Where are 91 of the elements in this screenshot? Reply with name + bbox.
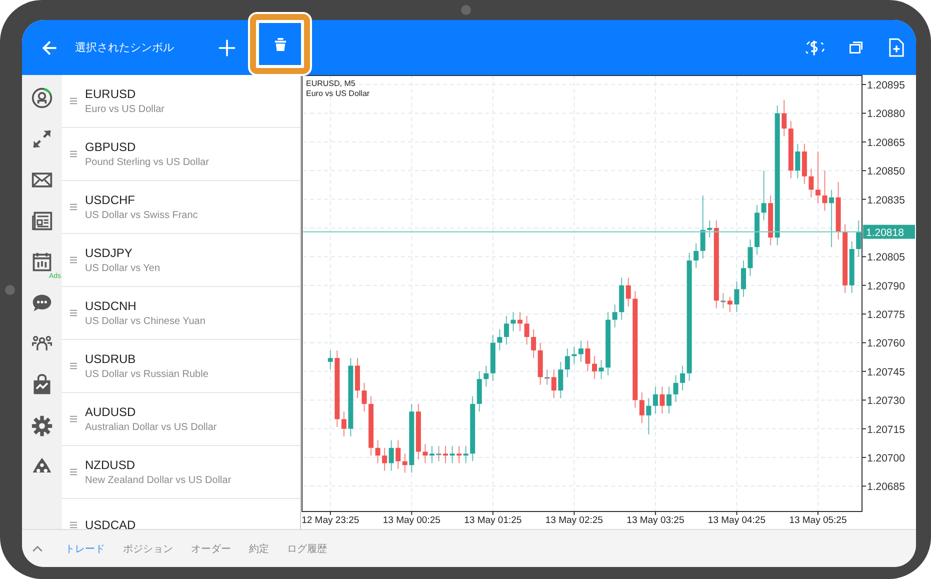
settings-icon[interactable] (31, 415, 53, 437)
candle (666, 386, 672, 414)
chat-bubble-icon[interactable] (31, 292, 53, 314)
candle (328, 350, 333, 370)
price-axis-label: 1.20835 (867, 194, 905, 206)
symbol-list-item[interactable]: USDRUB US Dollar vs Russian Ruble (62, 340, 300, 393)
drag-handle-icon[interactable] (70, 468, 77, 476)
symbol-description: Australian Dollar vs US Dollar (85, 422, 217, 433)
price-axis-label: 1.20685 (867, 481, 905, 494)
ref-line-label: 1.20818 (866, 226, 904, 239)
symbol-name: NZDUSD (85, 458, 136, 472)
candle (518, 312, 522, 332)
drag-handle-icon[interactable] (70, 97, 77, 105)
symbol-list-item[interactable]: NZDUSD New Zealand Dollar vs US Dollar (62, 446, 300, 499)
symbol-description: US Dollar vs Chinese Yuan (85, 316, 206, 327)
drag-handle-icon[interactable] (70, 309, 77, 317)
price-axis-label: 1.20700 (867, 452, 905, 464)
drag-handle-icon[interactable] (70, 362, 77, 370)
side-button-dot (5, 285, 15, 295)
drag-handle-icon[interactable] (70, 256, 77, 264)
symbol-list-item[interactable]: AUDUSD Australian Dollar vs US Dollar (62, 393, 300, 446)
candle (362, 382, 367, 412)
price-axis-label: 1.20775 (867, 309, 905, 322)
current-price-badge: 1.20818 (863, 224, 915, 239)
symbol-list-item[interactable]: GBPUSD Pound Sterling vs US Dollar (62, 128, 300, 181)
candle (510, 312, 516, 332)
price-axis-label: 1.20745 (867, 366, 905, 378)
symbol-description: US Dollar vs Swiss Franc (85, 210, 198, 221)
price-axis-label: 1.20850 (867, 166, 905, 178)
symbol-name: GBPUSD (85, 140, 137, 154)
drag-handle-icon[interactable] (70, 203, 77, 211)
candle (822, 170, 828, 212)
newspaper-icon[interactable] (31, 210, 53, 232)
symbol-list-item[interactable]: USDJPY US Dollar vs Yen (62, 234, 300, 287)
delete-button[interactable] (259, 23, 301, 65)
plus-icon[interactable] (218, 38, 236, 56)
symbol-name: USDCHF (85, 193, 136, 207)
symbol-list-item[interactable]: USDCNH US Dollar vs Chinese Yuan (62, 287, 300, 340)
time-axis-label: 13 May 00:25 (382, 515, 440, 526)
time-axis-label: 13 May 02:25 (545, 515, 603, 526)
symbol-name: USDCAD (85, 518, 136, 529)
drag-handle-icon[interactable] (70, 521, 77, 529)
candle (660, 386, 665, 414)
symbol-name: EURUSD (85, 87, 137, 101)
symbol-description: Pound Sterling vs US Dollar (85, 157, 209, 168)
symbol-name: USDJPY (85, 246, 134, 260)
windows-icon[interactable] (849, 40, 865, 56)
time-axis-label: 13 May 01:25 (464, 515, 522, 526)
candle (592, 356, 597, 380)
new-document-icon[interactable] (889, 38, 904, 57)
drag-handle-icon[interactable] (70, 415, 77, 423)
time-axis-label: 13 May 03:25 (626, 515, 684, 526)
camera-dot (461, 5, 471, 15)
time-axis-label: 13 May 05:25 (789, 515, 847, 526)
price-axis-label: 1.20880 (867, 108, 905, 120)
candle (598, 359, 604, 380)
time-axis-label: 13 May 04:25 (708, 515, 766, 526)
price-axis-label: 1.20730 (867, 395, 905, 408)
price-axis-label: 1.20805 (867, 252, 905, 264)
calendar-icon[interactable] (31, 251, 53, 273)
symbol-description: US Dollar vs Russian Ruble (85, 369, 208, 380)
header-title: 選択されたシンボル (75, 41, 175, 55)
person-circle-icon[interactable] (31, 87, 53, 109)
symbol-description: US Dollar vs Yen (85, 263, 160, 274)
price-axis-label: 1.20715 (867, 424, 905, 436)
symbol-description: Euro vs US Dollar (85, 104, 164, 115)
chart-description: Euro vs US Dollar (306, 89, 370, 98)
candle (856, 220, 862, 258)
currency-exchange-icon[interactable] (805, 38, 825, 56)
symbol-description: New Zealand Dollar vs US Dollar (85, 475, 232, 486)
price-axis-label: 1.20760 (867, 338, 905, 350)
price-axis-label: 1.20790 (867, 280, 905, 292)
chevron-up-icon[interactable] (32, 545, 43, 552)
candle (673, 374, 678, 402)
diagonal-arrows-icon[interactable] (31, 128, 53, 150)
candle (748, 238, 753, 276)
price-axis-label: 1.20895 (867, 80, 905, 92)
shopping-bag-icon[interactable] (31, 374, 53, 396)
candle (585, 340, 590, 372)
time-axis-label: 12 May 23:25 (302, 515, 360, 526)
back-arrow-icon[interactable] (41, 38, 59, 56)
chart-symbol-label: EURUSD, M5 (306, 79, 356, 88)
symbol-name: USDCNH (85, 299, 138, 313)
candle (436, 445, 442, 462)
candle (524, 315, 530, 346)
symbol-list-item[interactable]: USDCHF US Dollar vs Swiss Franc (62, 181, 300, 234)
symbol-name: AUDUSD (85, 405, 137, 419)
price-axis-label: 1.20865 (867, 136, 905, 149)
symbol-name: USDRUB (85, 352, 137, 366)
drag-handle-icon[interactable] (70, 150, 77, 158)
trash-bin-icon (274, 36, 286, 52)
